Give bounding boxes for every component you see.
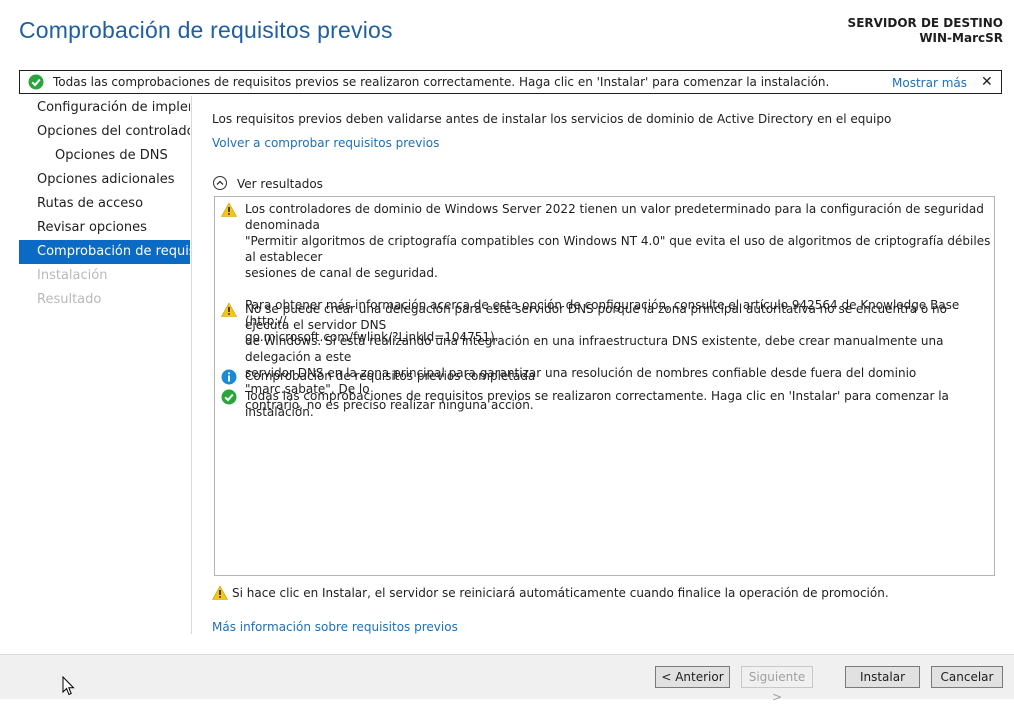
result-item: Todas las comprobaciones de requisitos p… xyxy=(221,388,991,420)
result-text: Todas las comprobaciones de requisitos p… xyxy=(245,389,949,419)
sidebar-item-installation: Instalación xyxy=(37,268,108,283)
destination-server-block: SERVIDOR DE DESTINO WIN-MarcSR xyxy=(848,16,1003,46)
result-item: Comprobación de requisitos previos compl… xyxy=(221,368,991,385)
chevron-up-icon xyxy=(213,176,227,190)
destination-server-name: WIN-MarcSR xyxy=(919,31,1003,45)
info-icon xyxy=(221,369,237,385)
destination-label: SERVIDOR DE DESTINO xyxy=(847,16,1003,30)
wizard-steps-sidebar: Configuración de implem... Opciones del … xyxy=(19,96,190,312)
sidebar-item-paths[interactable]: Rutas de acceso xyxy=(19,192,190,216)
recheck-prerequisites-link[interactable]: Volver a comprobar requisitos previos xyxy=(212,136,439,150)
check-circle-icon xyxy=(28,74,44,90)
sidebar-item-result: Resultado xyxy=(37,292,102,307)
button-bar: < Anterior Siguiente > Instalar Cancelar xyxy=(0,654,1014,704)
cancel-button[interactable]: Cancelar xyxy=(931,666,1003,688)
sidebar-item-additional-options[interactable]: Opciones adicionales xyxy=(19,168,190,192)
close-icon[interactable]: ✕ xyxy=(981,74,993,90)
sidebar-item-review-options[interactable]: Revisar opciones xyxy=(19,216,190,240)
mouse-pointer-icon xyxy=(62,676,75,696)
show-more-link[interactable]: Mostrar más xyxy=(892,76,967,90)
sidebar-divider xyxy=(191,96,192,634)
warning-icon xyxy=(212,585,228,600)
intro-text: Los requisitos previos deben validarse a… xyxy=(212,112,892,126)
view-results-label: Ver resultados xyxy=(237,177,323,191)
banner-text: Todas las comprobaciones de requisitos p… xyxy=(53,75,830,89)
warning-icon xyxy=(221,202,237,217)
sidebar-item-dc-options[interactable]: Opciones del controlador... xyxy=(19,120,190,144)
check-circle-icon xyxy=(221,389,237,405)
sidebar-item-deployment-config[interactable]: Configuración de implem... xyxy=(19,96,190,120)
previous-button[interactable]: < Anterior xyxy=(655,666,730,688)
result-text: Comprobación de requisitos previos compl… xyxy=(245,369,536,383)
install-button[interactable]: Instalar xyxy=(845,666,920,688)
results-panel[interactable]: Los controladores de dominio de Windows … xyxy=(214,196,995,576)
restart-warning-text: Si hace clic en Instalar, el servidor se… xyxy=(232,586,889,600)
page-title: Comprobación de requisitos previos xyxy=(19,17,393,43)
status-banner: Todas las comprobaciones de requisitos p… xyxy=(19,70,1002,94)
sidebar-item-dns-options[interactable]: Opciones de DNS xyxy=(19,144,190,168)
warning-icon xyxy=(221,302,237,317)
sidebar-item-prerequisites-check[interactable]: Comprobación de requisi... xyxy=(19,240,190,264)
next-button: Siguiente > xyxy=(741,666,813,704)
more-info-link[interactable]: Más información sobre requisitos previos xyxy=(212,620,458,634)
